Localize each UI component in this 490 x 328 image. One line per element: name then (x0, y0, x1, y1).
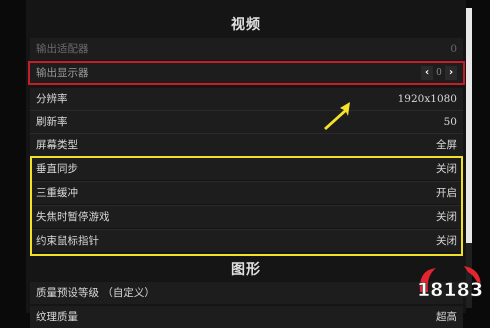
setting-value: 0 (450, 43, 457, 55)
setting-label: 质量预设等级 （自定义） (36, 287, 155, 299)
setting-value: 1920x1080 (397, 93, 457, 105)
scrollbar-thumb[interactable] (466, 8, 472, 243)
setting-value: 超高 (436, 311, 457, 323)
setting-value: 全屏 (436, 139, 457, 151)
setting-row-output-adapter: 输出适配器 0 (30, 38, 463, 60)
setting-row-refresh-rate[interactable]: 刷新率 50 (30, 111, 463, 133)
setting-label: 屏幕类型 (36, 139, 78, 151)
setting-label: 刷新率 (36, 116, 68, 128)
section-title-graphics: 图形 (231, 262, 261, 278)
setting-row-quality-preset[interactable]: 质量预设等级 （自定义） (30, 282, 463, 304)
setting-row-screen-type[interactable]: 屏幕类型 全屏 (30, 134, 463, 156)
setting-row-texture-quality[interactable]: 纹理质量 超高 (30, 306, 463, 328)
section-title-video: 视频 (231, 17, 261, 33)
watermark-logo: 18183 (417, 266, 483, 301)
pointer-arrow-icon (324, 102, 350, 130)
watermark-text: 18183 (417, 279, 483, 301)
highlight-box-yellow (30, 156, 463, 256)
setting-value: 50 (443, 116, 457, 128)
setting-label: 分辨率 (36, 93, 68, 105)
setting-row-resolution[interactable]: 分辨率 1920x1080 (30, 88, 463, 110)
highlight-box-red (28, 61, 465, 85)
setting-label: 输出适配器 (36, 43, 89, 55)
setting-label: 纹理质量 (36, 311, 78, 323)
